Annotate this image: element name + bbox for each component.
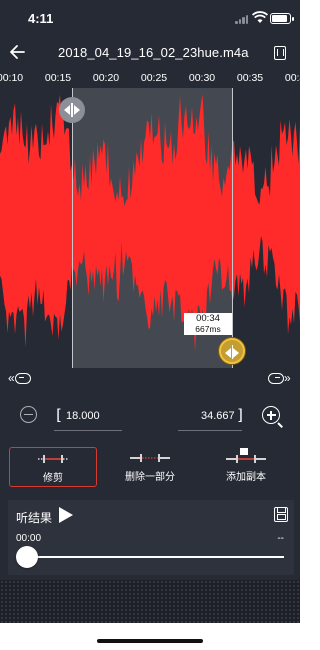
delete-part-tool-label: 删除一部分 xyxy=(125,472,175,483)
range-start-value[interactable]: 18.000 xyxy=(66,410,100,422)
duration: -- xyxy=(277,533,284,544)
playback-progress-thumb[interactable] xyxy=(16,546,38,568)
status-time: 4:11 xyxy=(28,11,54,26)
timeline-tick: 00:35 xyxy=(236,72,264,84)
playback-progress-track[interactable] xyxy=(28,556,284,558)
add-copy-tool-button[interactable]: 添加副本 xyxy=(210,447,282,487)
tooltip-time: 00:34 xyxy=(196,313,220,324)
timeline-tick: 00:20 xyxy=(92,72,120,84)
scroll-right-button[interactable]: » xyxy=(268,371,291,385)
timeline-tick: 00:40 xyxy=(284,72,300,84)
capsule-icon xyxy=(268,372,284,384)
document-icon[interactable] xyxy=(274,46,286,60)
play-icon[interactable] xyxy=(59,507,73,523)
add-copy-icon xyxy=(226,448,266,463)
selection-end-handle[interactable] xyxy=(219,338,245,364)
selection-start-handle[interactable] xyxy=(59,97,85,123)
cellular-signal-icon xyxy=(235,14,249,24)
timeline-tick: 00:15 xyxy=(44,72,72,84)
preview-heading: 听结果 xyxy=(16,511,53,525)
trim-tool-button[interactable]: 修剪 xyxy=(9,447,97,487)
timeline-tick: 00:30 xyxy=(188,72,216,84)
waveform-area[interactable]: 00:34 667ms xyxy=(0,88,300,368)
timeline-tick: 00:10 xyxy=(0,72,24,84)
double-chevron-right-icon: » xyxy=(284,371,291,385)
range-end-value[interactable]: 34.667 xyxy=(201,410,235,422)
zoom-out-button[interactable] xyxy=(20,406,40,426)
scroll-left-button[interactable]: « xyxy=(8,371,31,385)
tooltip-ms: 667ms xyxy=(195,324,221,334)
range-end-underline xyxy=(178,430,242,431)
timeline-ruler: 00:10 00:15 00:20 00:25 00:30 00:35 00:4… xyxy=(0,70,300,86)
double-chevron-left-icon: « xyxy=(8,371,15,385)
current-time: 00:00 xyxy=(16,533,42,544)
delete-part-tool-button[interactable]: 删除一部分 xyxy=(110,447,190,487)
wifi-icon xyxy=(252,11,268,23)
waveform-shape xyxy=(0,94,300,352)
selection-end-tooltip: 00:34 667ms xyxy=(184,313,232,335)
status-bar: 4:11 xyxy=(0,0,300,36)
add-copy-tool-label: 添加副本 xyxy=(226,472,266,483)
file-title: 2018_04_19_16_02_23hue.m4a xyxy=(58,45,249,60)
preview-player: 听结果 00:00 -- xyxy=(8,500,294,575)
range-bracket-open: [ xyxy=(54,406,64,424)
selection-start-line xyxy=(72,88,73,368)
delete-part-icon xyxy=(130,454,170,462)
zoom-in-button[interactable] xyxy=(262,406,283,428)
waveform xyxy=(0,94,300,352)
home-indicator[interactable] xyxy=(97,639,203,643)
timeline-tick: 00:25 xyxy=(140,72,168,84)
capsule-icon xyxy=(14,372,31,384)
selection-end-line xyxy=(232,88,233,368)
home-area xyxy=(0,623,300,650)
trim-icon xyxy=(38,455,68,463)
save-icon[interactable] xyxy=(274,507,288,522)
header: 2018_04_19_16_02_23hue.m4a xyxy=(0,36,300,70)
range-start-underline xyxy=(54,430,122,431)
trim-tool-label: 修剪 xyxy=(43,473,63,484)
footer-pattern xyxy=(0,580,300,623)
battery-icon xyxy=(270,13,294,24)
range-bracket-close: ] xyxy=(236,406,246,424)
arrow-left-icon[interactable] xyxy=(9,42,27,62)
audio-editor-screen: 4:11 2018_04_19_16_02_23hue.m4a 00:10 00… xyxy=(0,0,300,623)
